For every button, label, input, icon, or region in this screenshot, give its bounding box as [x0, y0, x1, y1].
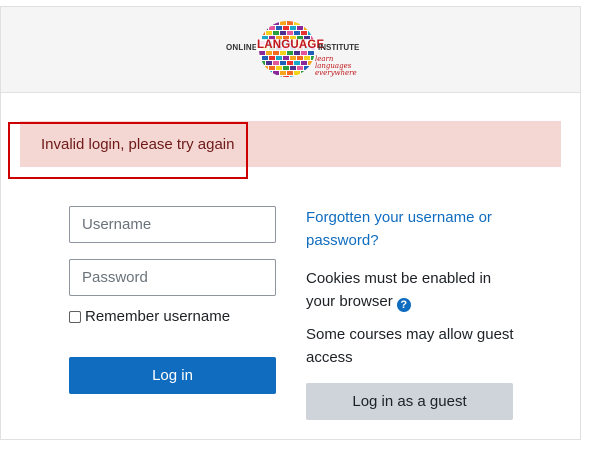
- cookies-block: Cookies must be enabled in your browser?: [306, 267, 516, 313]
- login-header: ONLINE LANGUAGE INSTITUTE learn language…: [1, 7, 580, 93]
- remember-username[interactable]: Remember username: [69, 308, 230, 325]
- guest-text: Some courses may allow guest access: [306, 326, 514, 366]
- remember-checkbox[interactable]: [69, 310, 81, 323]
- site-logo: ONLINE LANGUAGE INSTITUTE learn language…: [226, 18, 366, 80]
- forgotten-block: Forgotten your username or password?: [306, 206, 516, 252]
- logo-text-main: LANGUAGE: [256, 39, 326, 51]
- error-alert: Invalid login, please try again: [20, 121, 561, 167]
- username-input[interactable]: [69, 206, 276, 243]
- forgotten-link[interactable]: Forgotten your username or password?: [306, 209, 492, 249]
- help-icon[interactable]: ?: [396, 298, 411, 312]
- logo-tagline: learn languages everywhere: [315, 55, 357, 77]
- guest-login-button[interactable]: Log in as a guest: [306, 383, 513, 420]
- logo-text-left: ONLINE: [226, 43, 258, 52]
- password-input[interactable]: [69, 259, 276, 296]
- remember-label: Remember username: [85, 308, 231, 325]
- error-message: Invalid login, please try again: [41, 136, 235, 153]
- logo-text-right: INSTITUTE: [318, 43, 360, 52]
- guest-block: Some courses may allow guest access: [306, 323, 516, 369]
- login-button[interactable]: Log in: [69, 357, 276, 394]
